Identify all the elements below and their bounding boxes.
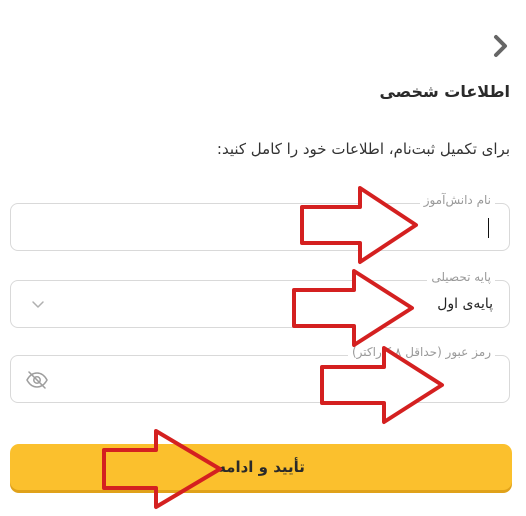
annotation-arrow-icon	[292, 269, 414, 347]
confirm-continue-button[interactable]: تأیید و ادامه	[10, 444, 512, 490]
grade-selected-value: پایه‌ی اول	[437, 296, 493, 312]
grade-select[interactable]: پایه تحصیلی پایه‌ی اول	[10, 270, 510, 328]
annotation-arrow-icon	[320, 346, 444, 424]
page-subtitle: برای تکمیل ثبت‌نام، اطلاعات خود را کامل …	[216, 140, 510, 158]
annotation-arrow-icon	[300, 186, 418, 264]
student-name-field[interactable]: نام دانش‌آموز	[10, 193, 510, 251]
grade-label: پایه تحصیلی	[427, 270, 495, 284]
text-cursor	[488, 218, 489, 238]
eye-off-icon[interactable]	[25, 368, 49, 392]
back-button[interactable]	[488, 32, 512, 60]
page-title: اطلاعات شخصی	[379, 82, 510, 101]
annotation-arrow-icon	[102, 429, 222, 509]
chevron-down-icon	[32, 301, 44, 308]
student-name-label: نام دانش‌آموز	[419, 193, 495, 207]
chevron-right-icon	[494, 35, 507, 57]
